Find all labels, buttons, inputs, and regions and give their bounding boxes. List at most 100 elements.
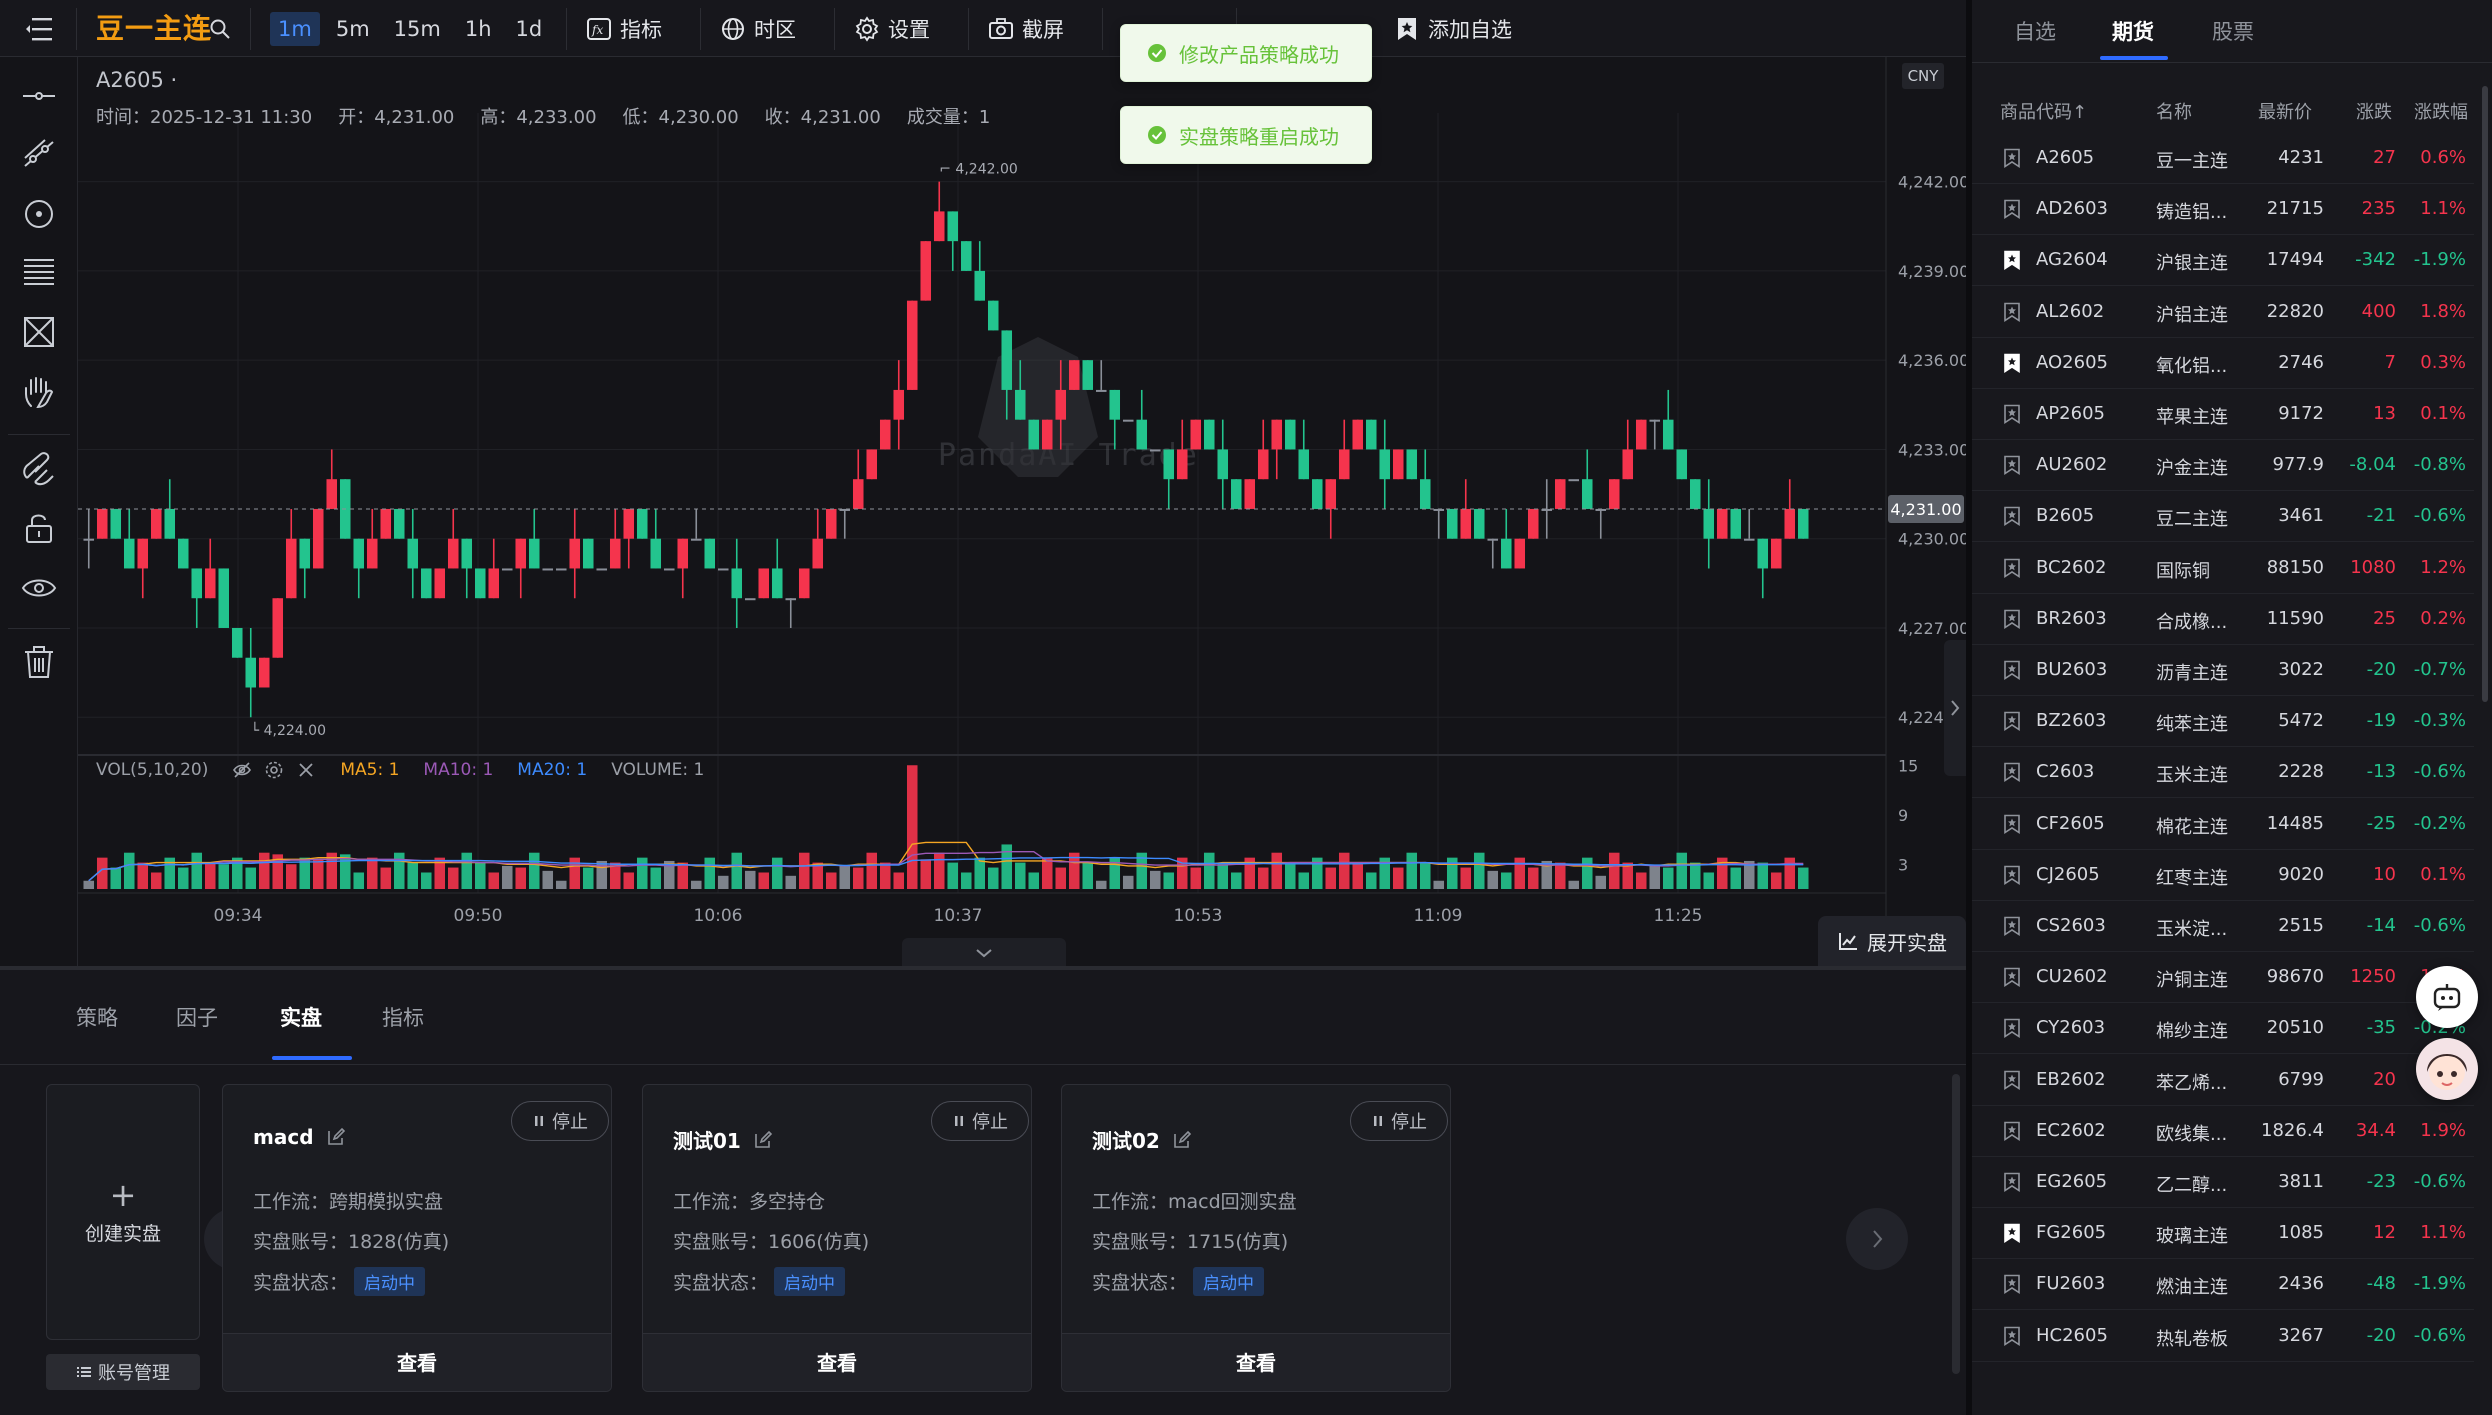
view-button[interactable]: 查看 [643, 1333, 1031, 1391]
view-button[interactable]: 查看 [223, 1333, 611, 1391]
favorite-bookmark-icon[interactable] [2002, 967, 2022, 988]
interval-15m[interactable]: 15m [386, 12, 449, 46]
edit-icon[interactable] [326, 1127, 346, 1147]
header-code[interactable]: 商品代码↑ [2000, 98, 2087, 124]
candlestick-chart[interactable]: PandaAI Trade 4,231.00 ⌐ 4,242.00 └ 4,224.0… [78, 57, 1966, 967]
tab-futures[interactable]: 期货 [2112, 16, 2154, 56]
visibility-tool[interactable] [15, 564, 63, 612]
delete-drawings-tool[interactable] [15, 638, 63, 686]
favorite-bookmark-icon[interactable] [2002, 865, 2022, 885]
favorite-bookmark-icon[interactable] [2002, 711, 2022, 732]
market-scrollbar[interactable] [2482, 86, 2488, 702]
market-row[interactable]: AD2603 铸造铝... 21715 235 1.1% [1972, 184, 2474, 236]
favorite-bookmark-icon[interactable] [2002, 506, 2022, 527]
tab-watchlist[interactable]: 自选 [2014, 16, 2056, 56]
market-row[interactable]: EG2605 乙二醇... 3811 -23 -0.6% [1972, 1157, 2474, 1208]
favorite-bookmark-icon[interactable] [2002, 1274, 2022, 1295]
favorite-bookmark-icon[interactable] [2002, 609, 2022, 629]
market-row[interactable]: CS2603 玉米淀... 2515 -14 -0.6% [1972, 901, 2474, 952]
tab-live[interactable]: 实盘 [280, 1002, 322, 1042]
search-icon[interactable] [208, 17, 232, 41]
create-live-card[interactable]: + 创建实盘 [46, 1084, 200, 1340]
interval-5m[interactable]: 5m [328, 12, 378, 46]
expand-live-button[interactable]: 展开实盘 [1818, 916, 1966, 966]
pattern-tool[interactable] [15, 308, 63, 356]
chart-collapse-handle[interactable] [902, 938, 1066, 968]
tab-indicator[interactable]: 指标 [382, 1002, 424, 1042]
pan-tool[interactable] [15, 368, 63, 416]
market-row[interactable]: BC2602 国际铜 88150 1080 1.2% [1972, 543, 2474, 594]
market-row[interactable]: CF2605 棉花主连 14485 -25 -0.2% [1972, 799, 2474, 850]
ai-assistant-button[interactable] [2416, 966, 2478, 1028]
tab-strategy[interactable]: 策略 [76, 1002, 118, 1042]
market-row[interactable]: BZ2603 纯苯主连 5472 -19 -0.3% [1972, 696, 2474, 748]
stop-button[interactable]: 停止 [511, 1101, 609, 1141]
market-row[interactable]: EC2602 欧线集... 1826.4 34.4 1.9% [1972, 1106, 2474, 1157]
favorite-bookmark-icon[interactable] [2002, 762, 2022, 783]
interval-1d[interactable]: 1d [508, 12, 551, 46]
trend-line-tool[interactable] [15, 130, 63, 178]
market-row[interactable]: BR2603 合成橡... 11590 25 0.2% [1972, 594, 2474, 645]
favorite-bookmark-icon[interactable] [2002, 1223, 2022, 1244]
tab-factor[interactable]: 因子 [176, 1002, 218, 1042]
horizontal-line-tool[interactable] [15, 72, 63, 120]
market-row[interactable]: B2605 豆二主连 3461 -21 -0.6% [1972, 491, 2474, 543]
market-row[interactable]: EB2602苯乙烯...6799200.3% [1972, 1055, 2474, 1106]
header-change-pct[interactable]: 涨跌幅 [2414, 98, 2468, 124]
favorite-bookmark-icon[interactable] [2002, 1172, 2022, 1192]
market-row[interactable]: FU2603 燃油主连 2436 -48 -1.9% [1972, 1259, 2474, 1311]
screenshot-button[interactable]: 截屏 [988, 12, 1064, 46]
header-price[interactable]: 最新价 [2258, 98, 2312, 124]
symbol-title[interactable]: 豆一主连 [96, 10, 212, 48]
circle-tool[interactable] [15, 190, 63, 238]
market-row[interactable]: AU2602 沪金主连 977.9 -8.04 -0.8% [1972, 440, 2474, 492]
close-icon[interactable] [296, 760, 316, 780]
market-row[interactable]: CU2602沪铜主连9867012501.3% [1972, 952, 2474, 1004]
lock-tool[interactable] [15, 504, 63, 552]
favorite-bookmark-icon[interactable] [2002, 1018, 2022, 1039]
bottom-scrollbar[interactable] [1952, 1074, 1960, 1374]
stop-button[interactable]: 停止 [1350, 1101, 1448, 1141]
gear-icon[interactable] [264, 760, 284, 780]
favorite-bookmark-icon[interactable] [2002, 404, 2022, 424]
market-row[interactable]: AL2602 沪铝主连 22820 400 1.8% [1972, 287, 2474, 338]
favorite-bookmark-icon[interactable] [2002, 814, 2022, 834]
hide-eye-icon[interactable] [232, 760, 252, 780]
favorite-bookmark-icon[interactable] [2002, 660, 2022, 680]
favorite-bookmark-icon[interactable] [2002, 1121, 2022, 1141]
magnet-tool[interactable] [15, 444, 63, 492]
favorite-bookmark-icon[interactable] [2002, 558, 2022, 578]
menu-button[interactable] [14, 10, 64, 48]
market-row[interactable]: AO2605 氧化铝... 2746 7 0.3% [1972, 338, 2474, 389]
stop-button[interactable]: 停止 [931, 1101, 1029, 1141]
interval-1m[interactable]: 1m [270, 12, 320, 46]
add-watchlist-button[interactable]: 添加自选 [1394, 12, 1512, 46]
favorite-bookmark-icon[interactable] [2002, 455, 2022, 476]
header-change[interactable]: 涨跌 [2356, 98, 2392, 124]
market-row[interactable]: FG2605 玻璃主连 1085 12 1.1% [1972, 1208, 2474, 1260]
fibonacci-tool[interactable] [15, 248, 63, 296]
favorite-bookmark-icon[interactable] [2002, 1070, 2022, 1090]
edit-icon[interactable] [1172, 1130, 1192, 1150]
market-row[interactable]: AP2605 苹果主连 9172 13 0.1% [1972, 389, 2474, 440]
indicator-button[interactable]: fx 指标 [586, 12, 662, 46]
chart-side-toggle[interactable] [1944, 640, 1966, 776]
market-row[interactable]: C2603 玉米主连 2228 -13 -0.6% [1972, 747, 2474, 799]
favorite-bookmark-icon[interactable] [2002, 199, 2022, 220]
settings-button[interactable]: 设置 [854, 12, 930, 46]
interval-1h[interactable]: 1h [457, 12, 500, 46]
market-row[interactable]: CY2603 棉纱主连 20510 -35 -0.2% [1972, 1003, 2474, 1055]
market-row[interactable]: HC2605 热轧卷板 3267 -20 -0.6% [1972, 1311, 2474, 1362]
chart-area[interactable]: PandaAI Trade 4,231.00 ⌐ 4,242.00 └ 4,224.0… [78, 57, 1966, 967]
market-row[interactable]: A2605 豆一主连 4231 27 0.6% [1972, 133, 2474, 184]
header-name[interactable]: 名称 [2156, 98, 2192, 124]
market-row[interactable]: AG2604 沪银主连 17494 -342 -1.9% [1972, 235, 2474, 287]
tab-stocks[interactable]: 股票 [2212, 16, 2254, 56]
assistant-avatar[interactable] [2416, 1038, 2478, 1100]
account-manage-button[interactable]: 账号管理 [46, 1354, 200, 1390]
edit-icon[interactable] [753, 1130, 773, 1150]
cards-next-button[interactable] [1846, 1208, 1908, 1270]
favorite-bookmark-icon[interactable] [2002, 916, 2022, 936]
market-row[interactable]: CJ2605 红枣主连 9020 10 0.1% [1972, 850, 2474, 901]
favorite-bookmark-icon[interactable] [2002, 1326, 2022, 1346]
